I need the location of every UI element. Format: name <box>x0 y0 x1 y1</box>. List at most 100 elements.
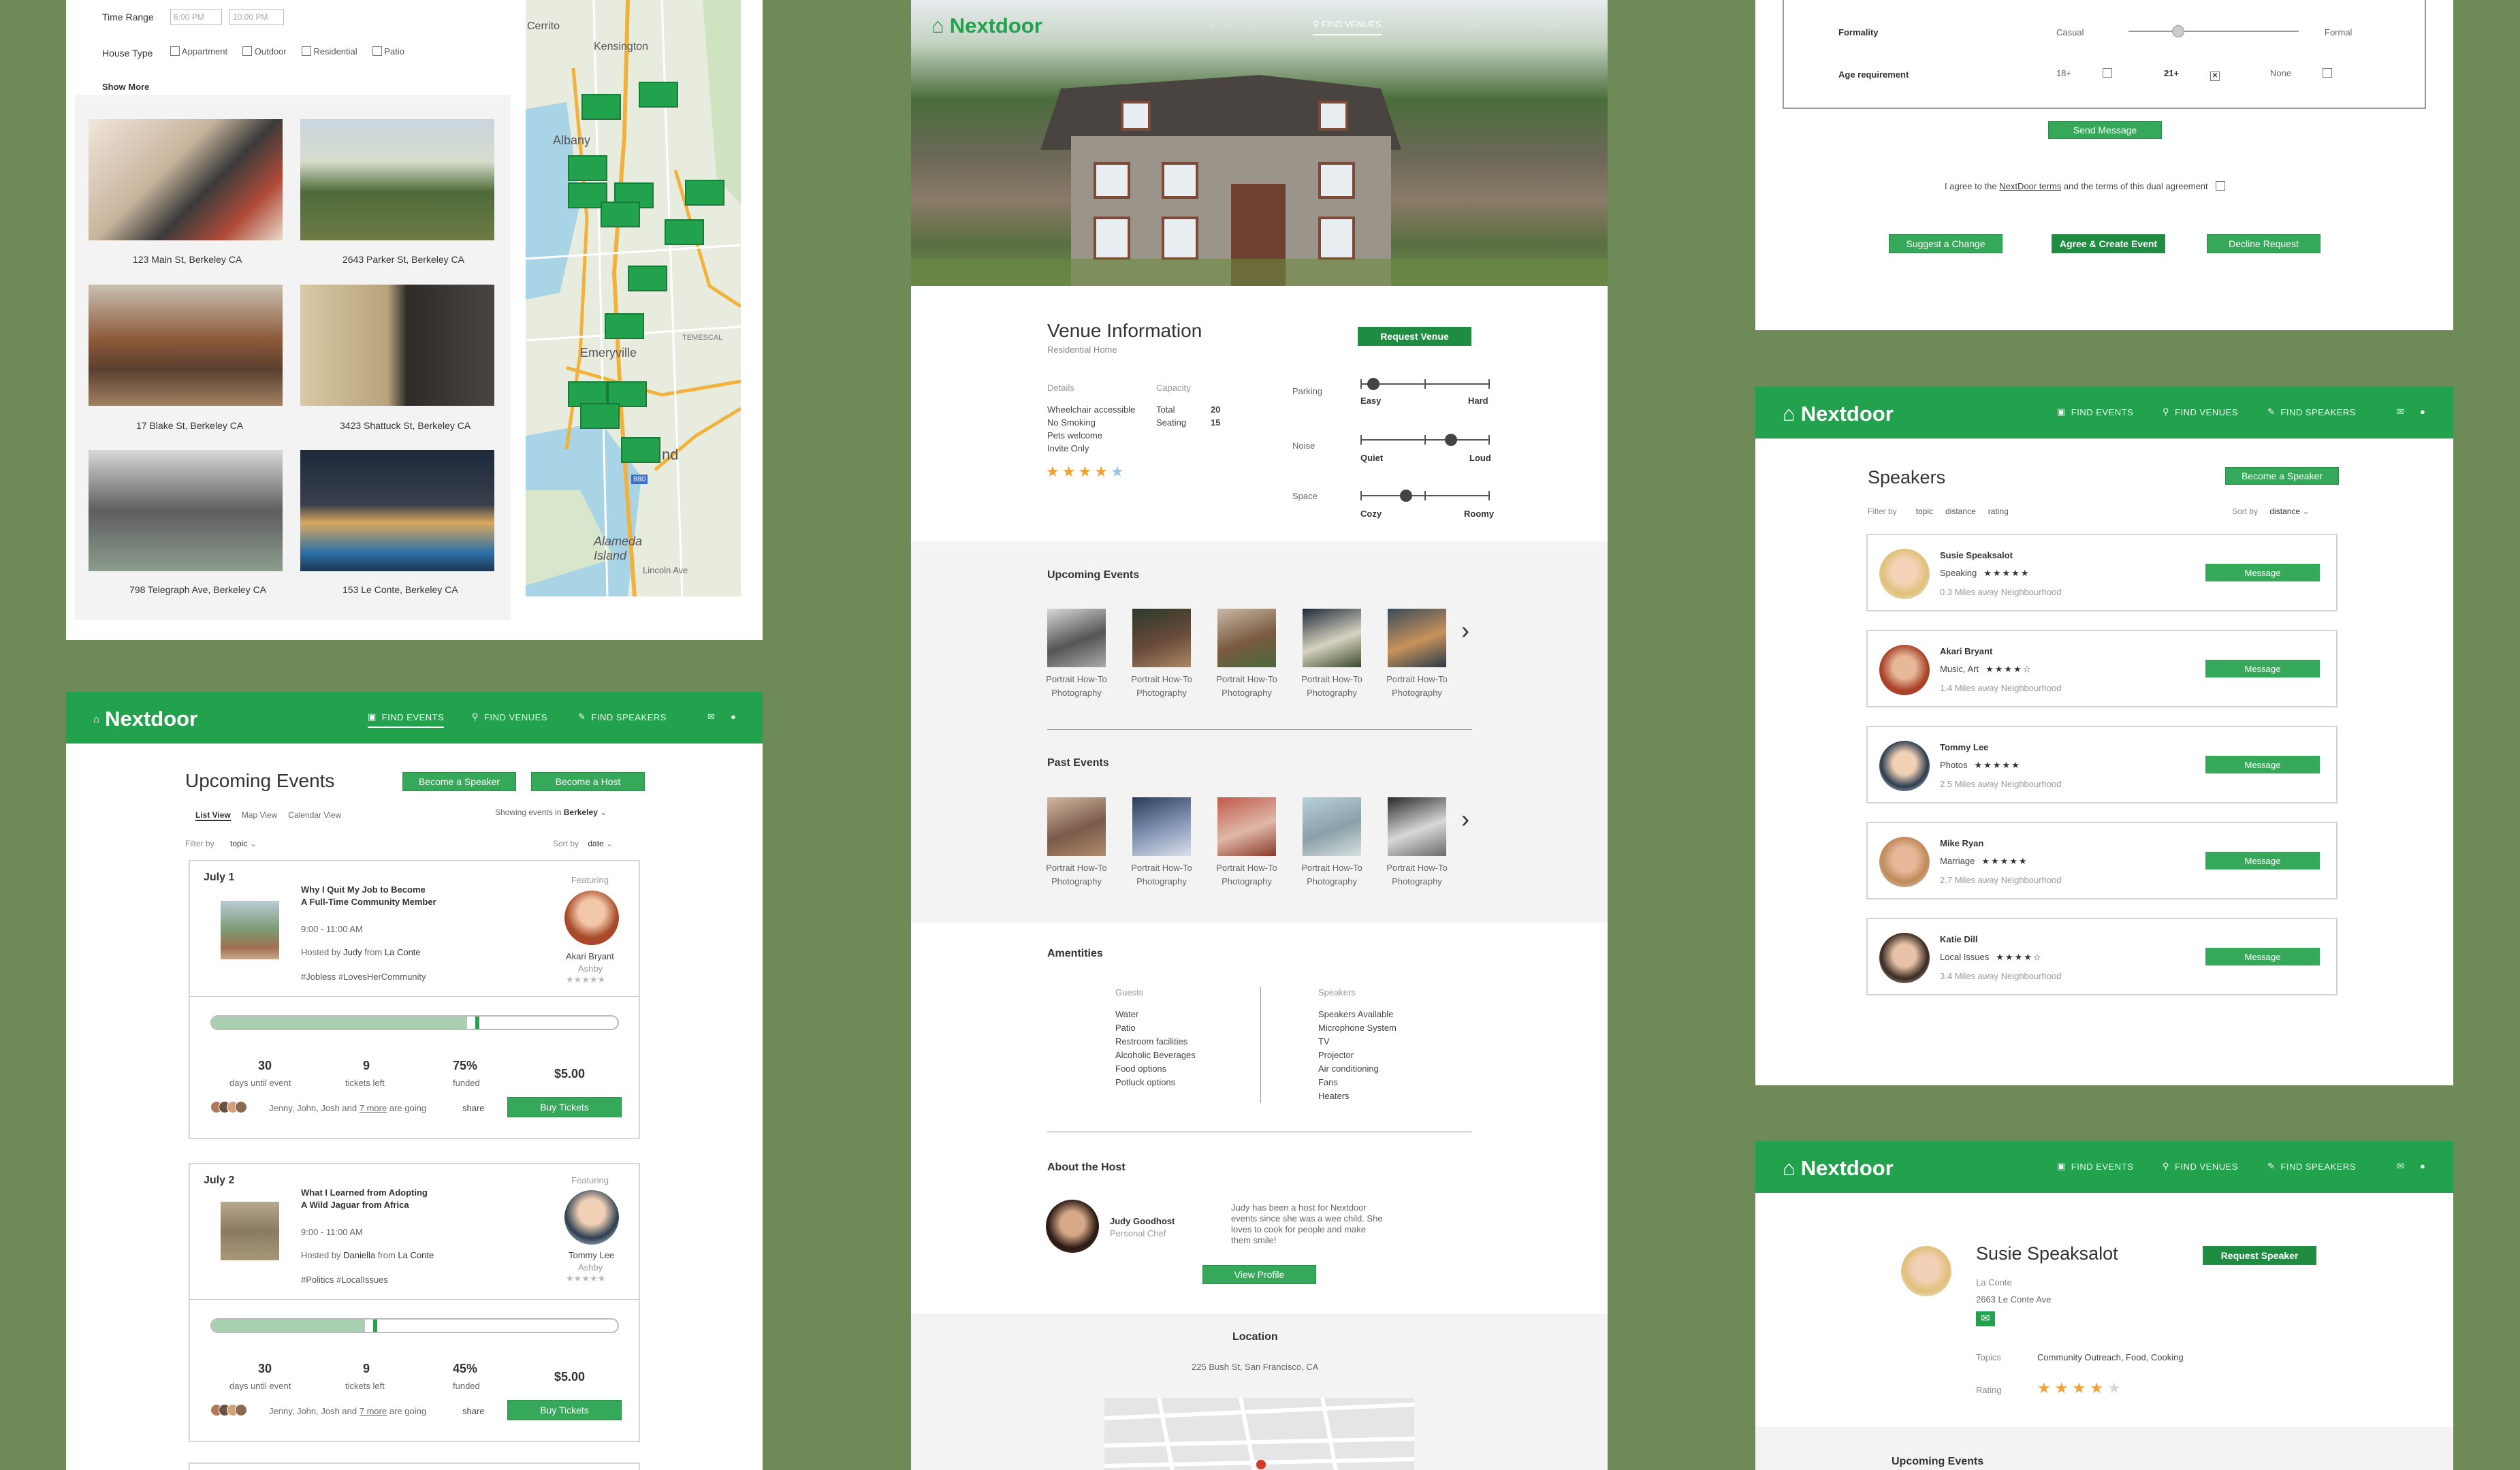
listing-photo[interactable] <box>300 285 494 406</box>
event-thumbnail[interactable] <box>1217 609 1276 667</box>
event-caption[interactable]: Portrait How-To Photography <box>1379 861 1454 889</box>
map-pin[interactable] <box>685 180 724 206</box>
slider-knob[interactable] <box>2172 25 2184 37</box>
nav-user[interactable]: ● BERT <box>1537 19 1569 29</box>
event-title[interactable]: Why I Quit My Job to Become A Full-Time C… <box>301 884 436 908</box>
request-venue-button[interactable]: Request Venue <box>1358 327 1471 346</box>
map-pin[interactable] <box>639 82 678 108</box>
speaker-name[interactable]: Susie Speaksalot <box>1940 550 2013 560</box>
map-pin[interactable] <box>581 94 621 120</box>
agree-create-button[interactable]: Agree & Create Event <box>2052 234 2165 253</box>
time-to-input[interactable]: 10:00 PM <box>229 9 284 25</box>
event-caption[interactable]: Portrait How-To Photography <box>1294 673 1369 700</box>
checkbox-residential[interactable]: Residential <box>301 46 357 57</box>
show-more-link[interactable]: Show More <box>102 82 149 92</box>
checkbox-outdoor[interactable]: Outdoor <box>242 46 287 57</box>
event-title[interactable]: What I Learned from Adopting A Wild Jagua… <box>301 1187 428 1211</box>
map-pin[interactable] <box>605 313 644 339</box>
chevron-right-icon[interactable]: › <box>1461 616 1469 645</box>
slider-knob[interactable] <box>1445 434 1457 446</box>
nav-find-events[interactable]: ▣ FIND EVENTS <box>1207 19 1277 30</box>
send-message-button[interactable]: Send Message <box>2048 121 2162 139</box>
message-button[interactable]: Message <box>2205 660 2320 677</box>
share-link[interactable]: share <box>462 1103 485 1113</box>
nav-find-venues[interactable]: ⚲ FIND VENUES <box>472 712 547 722</box>
tab-list-view[interactable]: List View <box>195 810 231 821</box>
speaker-row[interactable]: Katie Dill Local Issues ★★★★☆ 3.4 Miles awa… <box>1866 918 2338 995</box>
map-pin[interactable] <box>665 219 704 245</box>
speaker-name[interactable]: Akari Bryant <box>566 951 614 961</box>
time-from-input[interactable]: 6:00 PM <box>170 9 222 25</box>
nextdoor-logo[interactable]: ⌂ Nextdoor <box>1783 402 1894 426</box>
mail-icon[interactable]: ✉ <box>2397 1161 2404 1172</box>
nav-find-events[interactable]: ▣ FIND EVENTS <box>2057 1161 2133 1172</box>
nav-find-speakers[interactable]: ✎ FIND SPEAKERS <box>1418 19 1499 30</box>
profile-icon[interactable]: ● <box>2420 406 2425 417</box>
speaker-name[interactable]: Tommy Lee <box>1940 742 1988 752</box>
venue-map[interactable]: Cerrito Kensington Albany Emeryville Ala… <box>526 0 741 596</box>
checkbox-appartment[interactable]: Appartment <box>170 46 227 57</box>
nav-find-speakers[interactable]: ✎ FIND SPEAKERS <box>2267 406 2356 417</box>
parking-slider[interactable]: Parking Easy Hard <box>1292 371 1490 412</box>
event-thumbnail[interactable] <box>1132 609 1191 667</box>
mail-icon[interactable]: ✉ <box>2397 406 2404 417</box>
host-avatar[interactable] <box>1046 1200 1099 1253</box>
noise-slider[interactable]: Noise Quiet Loud <box>1292 427 1491 468</box>
nav-find-events[interactable]: ▣ FIND EVENTS <box>2057 406 2133 417</box>
listing-address[interactable]: 17 Blake St, Berkeley CA <box>136 420 243 431</box>
share-link[interactable]: share <box>462 1406 485 1416</box>
speaker-avatar[interactable] <box>564 891 619 945</box>
event-caption[interactable]: Portrait How-To Photography <box>1124 673 1199 700</box>
speaker-avatar[interactable] <box>564 1190 619 1245</box>
age-21[interactable]: 21+ ✕ <box>2164 68 2220 81</box>
profile-icon[interactable]: ● <box>2420 1161 2425 1171</box>
nav-find-events[interactable]: ▣ FIND EVENTS <box>368 712 445 728</box>
listing-address[interactable]: 153 Le Conte, Berkeley CA <box>342 584 458 595</box>
mail-icon[interactable]: ✉ <box>707 712 715 722</box>
showing-in[interactable]: Showing events in Berkeley ⌄ <box>495 808 607 817</box>
speaker-row[interactable]: Akari Bryant Music, Art ★★★★☆ 1.4 Miles awa… <box>1866 630 2338 707</box>
filter-topic[interactable]: topic <box>1916 507 1933 516</box>
filter-by[interactable]: Filter by topic ⌄ <box>185 839 257 848</box>
event-caption[interactable]: Portrait How-To Photography <box>1209 673 1284 700</box>
event-card[interactable]: July 1 Why I Quit My Job to Become A Full… <box>189 860 640 1139</box>
view-profile-button[interactable]: View Profile <box>1202 1265 1316 1284</box>
nextdoor-logo[interactable]: ⌂ Nextdoor <box>931 14 1042 38</box>
event-thumbnail[interactable] <box>1303 797 1361 856</box>
location-map[interactable] <box>1104 1398 1414 1470</box>
listing-photo[interactable] <box>89 450 283 571</box>
event-thumbnail[interactable] <box>1388 797 1446 856</box>
mail-icon[interactable]: ✉ <box>1976 1311 1995 1326</box>
become-speaker-button[interactable]: Become a Speaker <box>2225 467 2339 485</box>
event-caption[interactable]: Portrait How-To Photography <box>1124 861 1199 889</box>
listing-photo[interactable] <box>300 119 494 240</box>
listing-photo[interactable] <box>89 285 283 406</box>
speaker-name[interactable]: Mike Ryan <box>1940 838 1983 848</box>
speaker-name[interactable]: Akari Bryant <box>1940 646 1992 656</box>
sort-by[interactable]: Sort by distance ⌄ <box>2232 507 2309 516</box>
space-slider[interactable]: Space Cozy Roomy <box>1292 483 1494 524</box>
agree-checkbox[interactable] <box>2216 181 2226 191</box>
event-card[interactable]: July 2 What I Learned from Adopting A Wil… <box>189 1163 640 1442</box>
speaker-name[interactable]: Tommy Lee <box>569 1250 614 1260</box>
listing-address[interactable]: 123 Main St, Berkeley CA <box>133 254 242 265</box>
age-none[interactable]: None <box>2270 68 2333 78</box>
message-button[interactable]: Message <box>2205 756 2320 773</box>
suggest-change-button[interactable]: Suggest a Change <box>1889 234 2003 253</box>
decline-request-button[interactable]: Decline Request <box>2207 234 2320 253</box>
buy-tickets-button[interactable]: Buy Tickets <box>507 1400 622 1420</box>
speaker-row[interactable]: Tommy Lee Photos ★★★★★ 2.5 Miles away Neigh… <box>1866 726 2338 803</box>
buy-tickets-button[interactable]: Buy Tickets <box>507 1097 622 1117</box>
filter-distance[interactable]: distance <box>1945 507 1976 516</box>
chevron-right-icon[interactable]: › <box>1461 805 1469 833</box>
listing-address[interactable]: 3423 Shattuck St, Berkeley CA <box>340 420 470 431</box>
nextdoor-logo[interactable]: ⌂ Nextdoor <box>1783 1156 1894 1181</box>
checkbox-patio[interactable]: Patio <box>372 46 404 57</box>
event-caption[interactable]: Portrait How-To Photography <box>1294 861 1369 889</box>
map-pin[interactable] <box>621 437 660 463</box>
listing-photo[interactable] <box>300 450 494 571</box>
terms-link[interactable]: NextDoor terms <box>1999 181 2061 191</box>
event-caption[interactable]: Portrait How-To Photography <box>1039 861 1114 889</box>
listing-address[interactable]: 798 Telegraph Ave, Berkeley CA <box>129 584 266 595</box>
map-pin[interactable] <box>601 202 640 227</box>
